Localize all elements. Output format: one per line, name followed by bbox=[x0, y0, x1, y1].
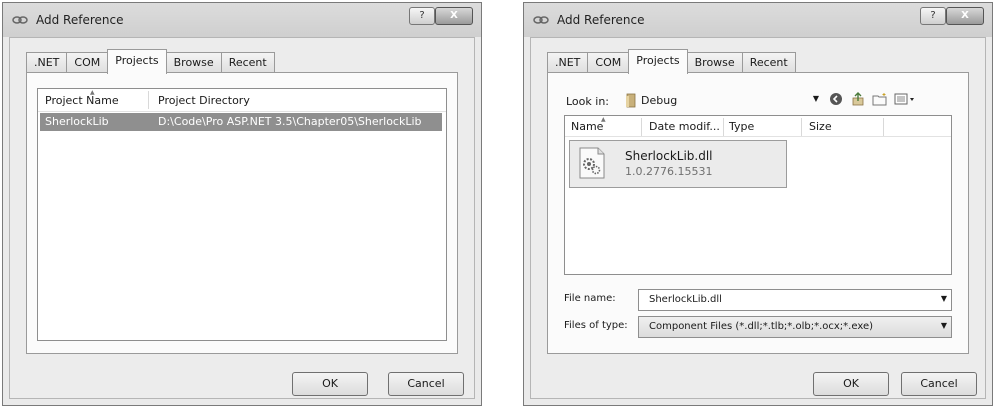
add-reference-dialog-browse: Add Reference ? X .NET COM Projects Brow… bbox=[523, 2, 993, 406]
projects-list[interactable]: ▲ Project Name Project Directory Sherloc… bbox=[37, 88, 447, 341]
column-header-size[interactable]: Size bbox=[809, 120, 832, 133]
view-menu-icon[interactable] bbox=[894, 92, 916, 108]
column-divider[interactable] bbox=[801, 118, 802, 136]
projects-panel: ▲ Project Name Project Directory Sherloc… bbox=[26, 72, 458, 354]
tab-net[interactable]: .NET bbox=[26, 52, 68, 73]
back-icon[interactable] bbox=[828, 92, 844, 108]
chevron-down-icon[interactable]: ▼ bbox=[941, 294, 947, 303]
file-name-label: File name: bbox=[564, 293, 616, 304]
ok-button[interactable]: OK bbox=[813, 372, 889, 396]
column-divider[interactable] bbox=[641, 118, 642, 136]
tab-strip: .NET COM Projects Browse Recent bbox=[547, 49, 796, 74]
cancel-button[interactable]: Cancel bbox=[388, 372, 464, 396]
tab-browse[interactable]: Browse bbox=[165, 52, 222, 73]
close-button[interactable]: X bbox=[435, 7, 473, 25]
ok-button[interactable]: OK bbox=[292, 372, 368, 396]
list-header: ▲ Name Date modif... Type Size bbox=[565, 116, 951, 137]
help-button[interactable]: ? bbox=[409, 7, 435, 25]
chevron-down-icon[interactable]: ▼ bbox=[941, 321, 947, 330]
tab-projects[interactable]: Projects bbox=[628, 49, 688, 74]
file-type-dropdown[interactable]: Component Files (*.dll;*.tlb;*.olb;*.ocx… bbox=[638, 316, 952, 338]
project-directory-cell: D:\Code\Pro ASP.NET 3.5\Chapter05\Sherlo… bbox=[158, 115, 422, 128]
file-name: SherlockLib.dll bbox=[625, 149, 713, 163]
column-divider[interactable] bbox=[148, 91, 149, 109]
file-type-label: Files of type: bbox=[564, 320, 628, 331]
add-reference-dialog-projects: Add Reference ? X .NET COM Projects Brow… bbox=[2, 2, 482, 406]
tab-recent[interactable]: Recent bbox=[741, 52, 796, 73]
column-header-type[interactable]: Type bbox=[729, 120, 754, 133]
column-header-name[interactable]: Name bbox=[571, 120, 603, 133]
column-divider[interactable] bbox=[723, 118, 724, 136]
title-bar[interactable]: Add Reference ? X bbox=[524, 3, 992, 37]
tab-com[interactable]: COM bbox=[587, 52, 630, 73]
folder-icon bbox=[626, 93, 636, 108]
look-in-value: Debug bbox=[641, 94, 678, 107]
dialog-client-area: .NET COM Projects Browse Recent Look in:… bbox=[530, 37, 986, 399]
column-header-project-directory[interactable]: Project Directory bbox=[158, 94, 250, 107]
file-item[interactable]: SherlockLib.dll 1.0.2776.15531 bbox=[569, 140, 787, 188]
look-in-dropdown[interactable]: Debug ▼ bbox=[620, 90, 822, 112]
list-header: ▲ Project Name Project Directory bbox=[38, 89, 446, 112]
file-name-field[interactable]: SherlockLib.dll ▼ bbox=[638, 289, 952, 311]
column-header-date-modified[interactable]: Date modif... bbox=[649, 120, 720, 133]
chevron-down-icon: ▼ bbox=[812, 94, 819, 103]
title-bar[interactable]: Add Reference ? X bbox=[3, 3, 481, 37]
dll-file-icon bbox=[579, 147, 605, 179]
tab-com[interactable]: COM bbox=[66, 52, 109, 73]
close-button[interactable]: X bbox=[946, 7, 984, 25]
tab-projects[interactable]: Projects bbox=[107, 49, 167, 74]
dialog-client-area: .NET COM Projects Browse Recent ▲ Projec… bbox=[9, 37, 475, 399]
tab-strip: .NET COM Projects Browse Recent bbox=[26, 49, 275, 74]
cancel-button[interactable]: Cancel bbox=[901, 372, 977, 396]
project-name-cell: SherlockLib bbox=[45, 115, 109, 128]
new-folder-icon[interactable] bbox=[872, 92, 888, 108]
help-button[interactable]: ? bbox=[920, 7, 946, 25]
dialog-title: Add Reference bbox=[557, 13, 645, 27]
column-header-project-name[interactable]: Project Name bbox=[45, 94, 119, 107]
tab-browse[interactable]: Browse bbox=[686, 52, 743, 73]
file-name-value: SherlockLib.dll bbox=[649, 294, 722, 305]
file-list[interactable]: ▲ Name Date modif... Type Size SherlockL… bbox=[564, 115, 952, 275]
look-in-label: Look in: bbox=[566, 95, 609, 108]
dialog-title: Add Reference bbox=[36, 13, 124, 27]
tab-recent[interactable]: Recent bbox=[220, 52, 275, 73]
file-type-value: Component Files (*.dll;*.tlb;*.olb;*.ocx… bbox=[649, 321, 873, 332]
column-divider[interactable] bbox=[883, 118, 884, 136]
up-folder-icon[interactable] bbox=[850, 92, 866, 108]
reference-icon bbox=[12, 16, 28, 24]
tab-net[interactable]: .NET bbox=[547, 52, 589, 73]
table-row[interactable]: SherlockLib D:\Code\Pro ASP.NET 3.5\Chap… bbox=[40, 113, 442, 131]
reference-icon bbox=[533, 16, 549, 24]
file-version: 1.0.2776.15531 bbox=[625, 165, 713, 178]
browse-panel: Look in: Debug ▼ ▲ Name Date modif... Ty… bbox=[547, 72, 969, 354]
